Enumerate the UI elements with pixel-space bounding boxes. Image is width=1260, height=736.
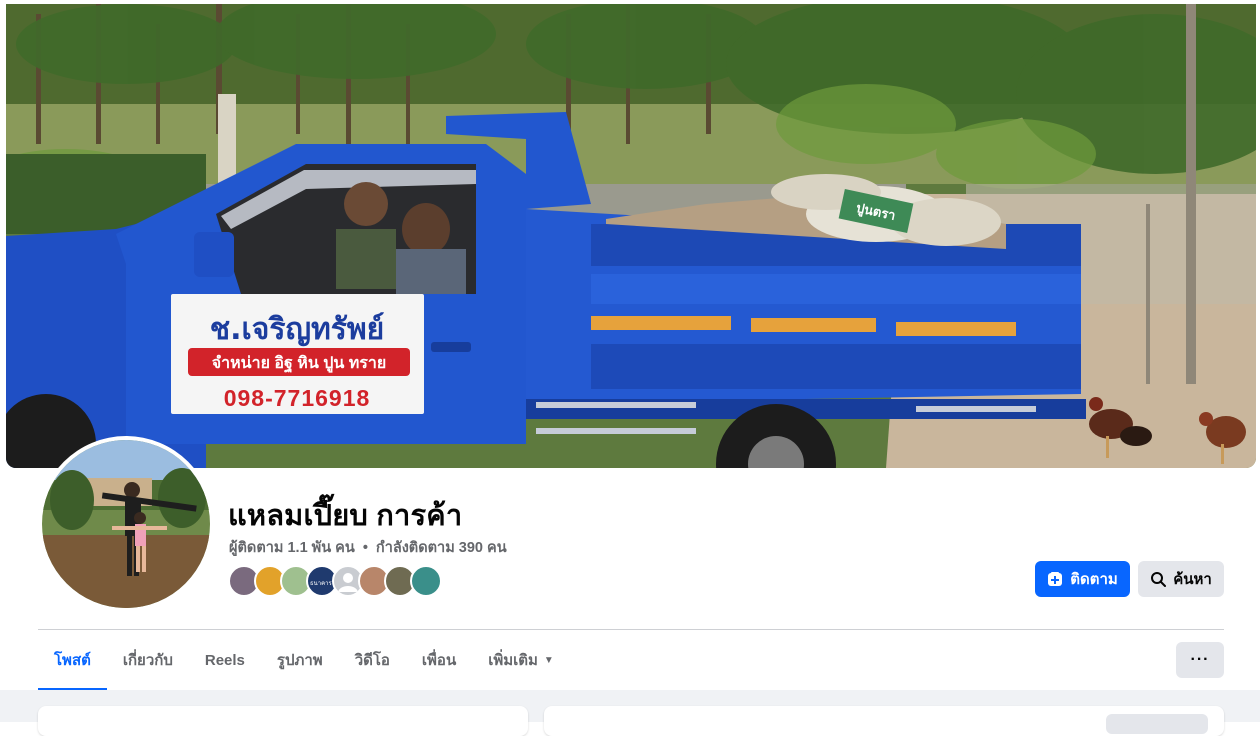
tab-more[interactable]: เพิ่มเติม ▼ (472, 631, 570, 689)
header-divider (38, 629, 1224, 630)
chevron-down-icon: ▼ (543, 654, 554, 666)
tab-more-label: เพิ่มเติม (488, 652, 538, 669)
tab-photos[interactable]: รูปภาพ (261, 631, 339, 689)
follow-plus-icon (1047, 571, 1063, 587)
follow-stats: ผู้ติดตาม 1.1 พัน คน • กำลังติดตาม 390 ค… (229, 536, 507, 559)
profile-photo (42, 440, 210, 608)
truck-sign-name: ช.เจริญทรัพย์ (210, 312, 385, 347)
follower-avatars: ธนาคาร (228, 565, 442, 597)
profile-tabs: โพสต์ เกี่ยวกับ Reels รูปภาพ วิดีโอ เพื่… (38, 631, 570, 691)
more-options-button[interactable]: ··· (1176, 642, 1224, 678)
search-button-label: ค้นหา (1173, 571, 1212, 588)
following-count[interactable]: กำลังติดตาม 390 คน (376, 540, 507, 556)
follow-button-label: ติดตาม (1070, 571, 1118, 588)
follow-button[interactable]: ติดตาม (1035, 561, 1130, 597)
tab-friends[interactable]: เพื่อน (406, 631, 472, 689)
truck-sign-tagline: จำหน่าย อิฐ หิน ปูน ทราย (212, 354, 387, 374)
profile-picture[interactable] (38, 436, 214, 612)
filter-button[interactable] (1106, 714, 1208, 734)
tab-videos-label: วิดีโอ (354, 652, 390, 669)
tab-videos[interactable]: วิดีโอ (339, 631, 406, 689)
posts-card (544, 706, 1224, 736)
follower-avatar-logo-text: ธนาคาร (310, 581, 332, 587)
search-button[interactable]: ค้นหา (1138, 561, 1224, 597)
page-title: แหลมเปี๊ยบ การค้า (228, 500, 463, 532)
tab-posts-label: โพสต์ (54, 652, 91, 669)
tab-friends-label: เพื่อน (421, 652, 457, 669)
tab-about-label: เกี่ยวกับ (122, 652, 173, 669)
stats-separator: • (362, 540, 368, 556)
followers-count[interactable]: ผู้ติดตาม 1.1 พัน คน (229, 540, 355, 556)
tab-posts[interactable]: โพสต์ (38, 631, 107, 691)
search-icon (1150, 571, 1167, 587)
intro-card (38, 706, 528, 736)
tab-about[interactable]: เกี่ยวกับ (107, 631, 189, 689)
ellipsis-icon: ··· (1190, 651, 1210, 668)
follower-avatar[interactable] (410, 565, 442, 597)
truck-sign-phone: 098-7716918 (224, 385, 371, 411)
tab-photos-label: รูปภาพ (276, 652, 323, 669)
cover-photo[interactable]: ช.เจริญทรัพย์ จำหน่าย อิฐ หิน ปูน ทราย 0… (6, 4, 1256, 468)
tab-reels-label: Reels (204, 651, 245, 669)
tab-reels[interactable]: Reels (189, 631, 261, 689)
